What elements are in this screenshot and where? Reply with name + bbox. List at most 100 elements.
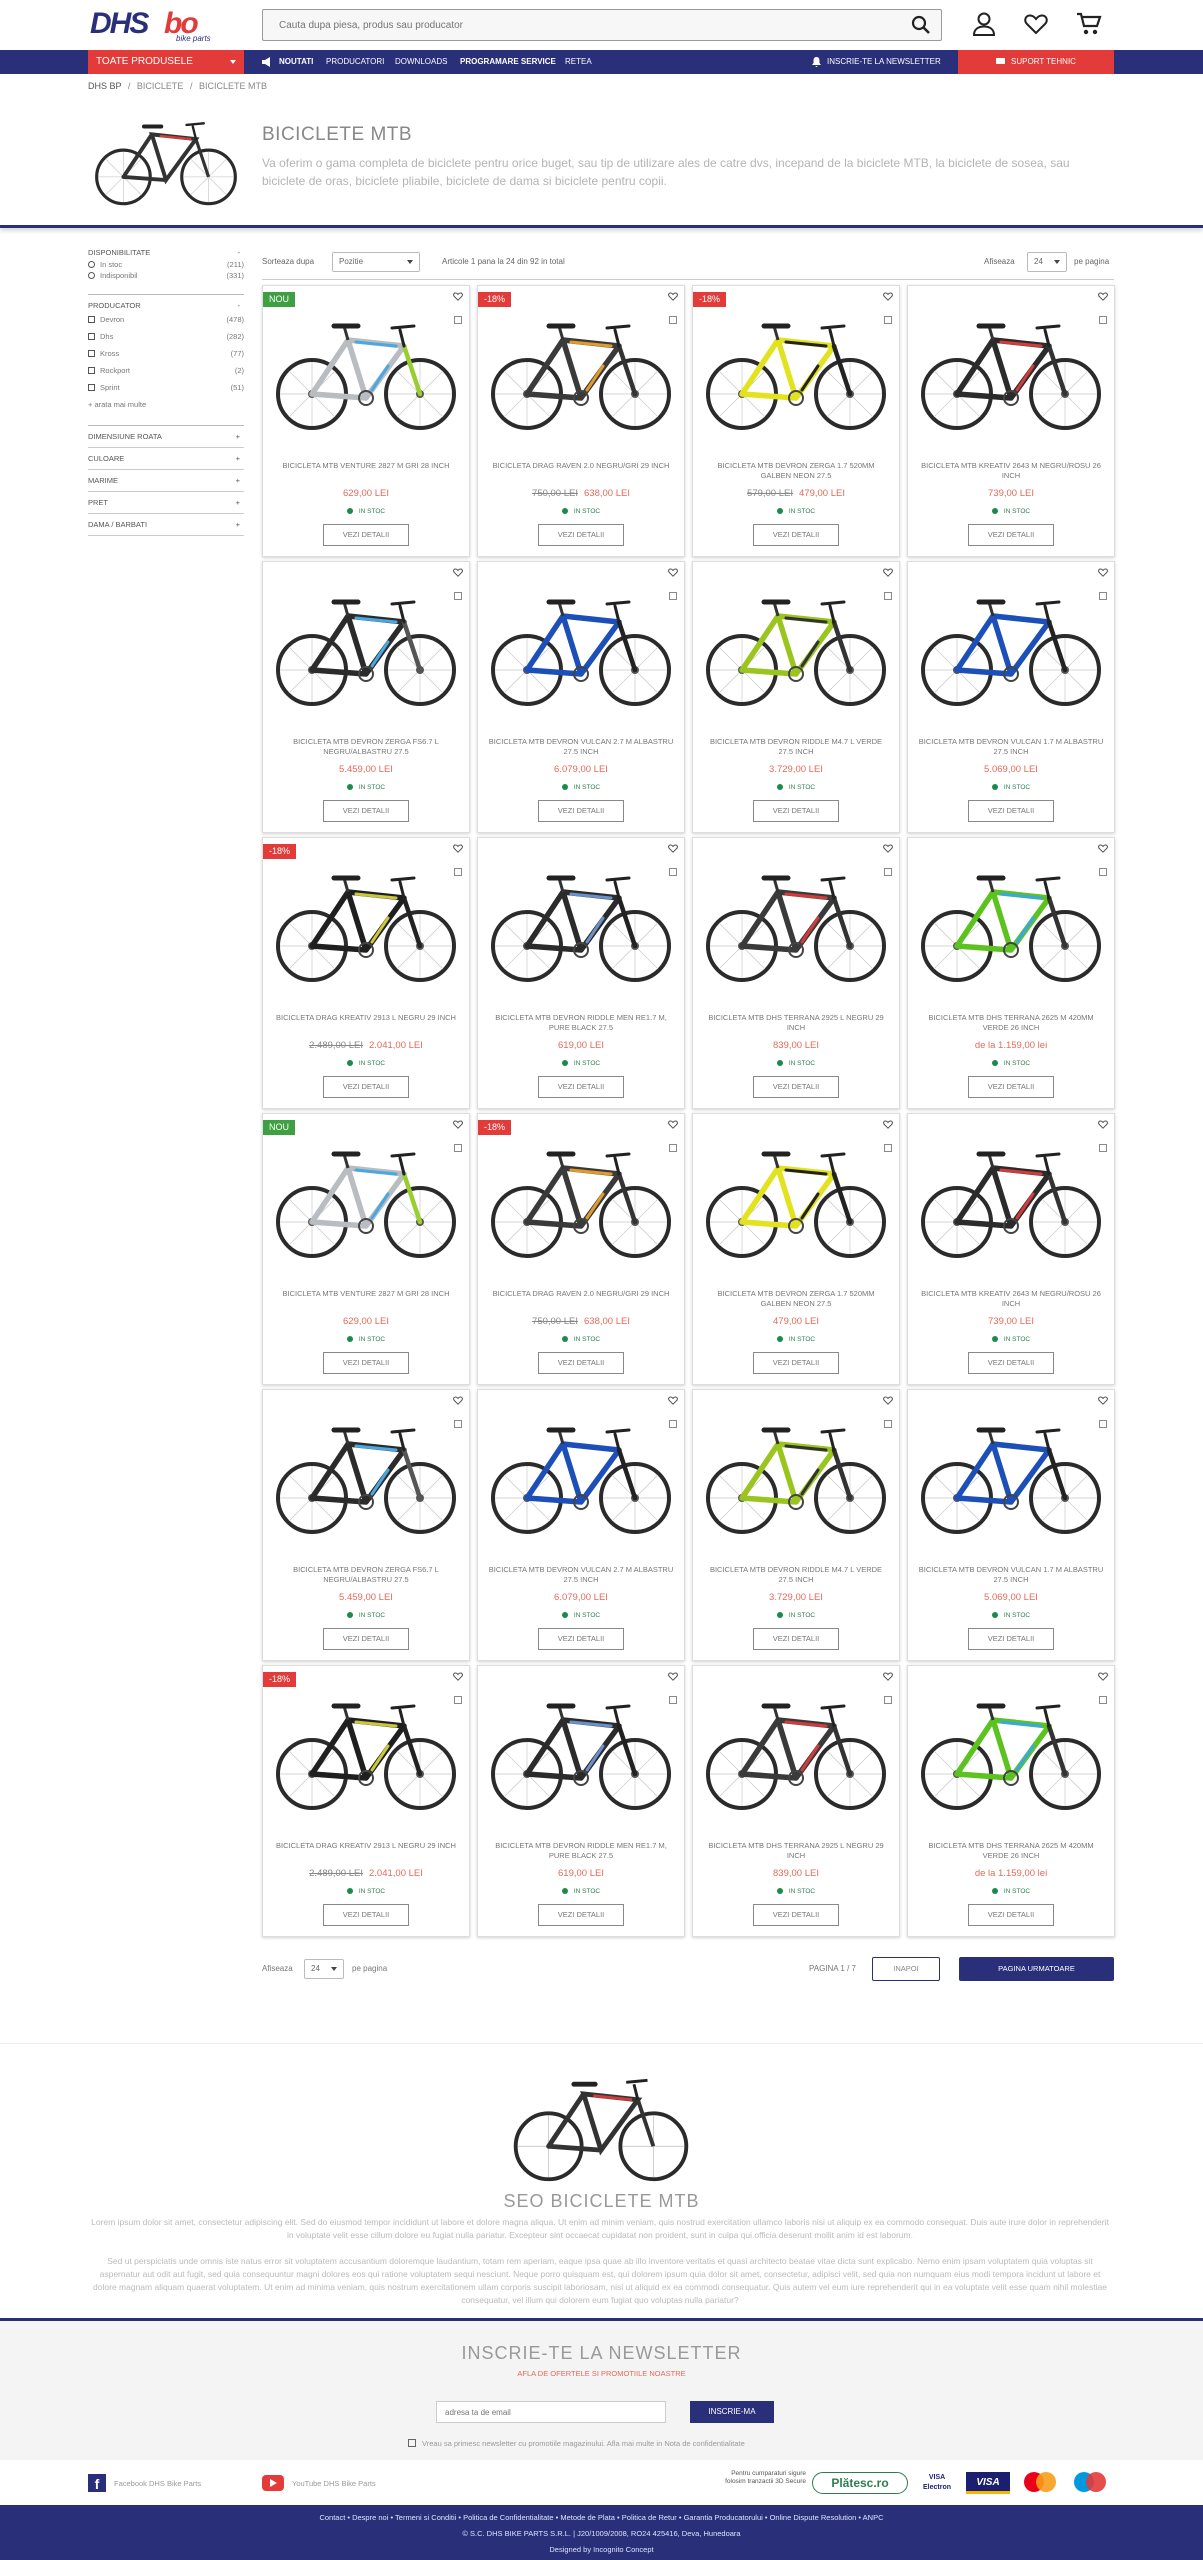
view-details-button[interactable]: VEZI DETALII — [538, 1076, 624, 1098]
view-details-button[interactable]: VEZI DETALII — [753, 1076, 839, 1098]
product-card[interactable]: BICICLETA MTB DEVRON ZERGA 1.7 520MM GAL… — [692, 1113, 900, 1385]
filter-option-dhs[interactable]: Dhs (282) — [88, 332, 244, 343]
next-page-button[interactable]: PAGINA URMATOARE — [959, 1957, 1114, 1981]
filter-option-in-stoc[interactable]: In stoc (211) — [88, 260, 244, 271]
compare-checkbox[interactable] — [454, 868, 462, 876]
product-card[interactable]: BICICLETA MTB DEVRON VULCAN 1.7 M ALBAST… — [907, 1389, 1115, 1661]
newsletter-submit-button[interactable]: INSCRIE-MA — [690, 2401, 774, 2423]
product-image[interactable] — [698, 304, 894, 436]
product-name[interactable]: BICICLETA DRAG RAVEN 2.0 NEGRU/GRI 29 IN… — [488, 1289, 674, 1299]
compare-checkbox[interactable] — [884, 1144, 892, 1152]
wishlist-heart-icon[interactable] — [883, 1120, 893, 1129]
compare-checkbox[interactable] — [884, 592, 892, 600]
compare-checkbox[interactable] — [454, 316, 462, 324]
filter-wheel-size[interactable]: DIMENSIUNE ROATA + — [88, 426, 244, 448]
wishlist-heart-icon[interactable] — [453, 568, 463, 577]
view-details-button[interactable]: VEZI DETALII — [323, 800, 409, 822]
product-name[interactable]: BICICLETA MTB DEVRON RIDDLE M4.7 L VERDE… — [703, 737, 889, 757]
collapse-toggle[interactable]: - — [238, 301, 241, 310]
product-card[interactable]: -18% BICICLETA DRAG RAVEN 2.0 NEGRU/GRI … — [477, 285, 685, 557]
compare-checkbox[interactable] — [669, 1144, 677, 1152]
show-more-link[interactable]: + arata mai multe — [88, 400, 244, 411]
product-name[interactable]: BICICLETA DRAG RAVEN 2.0 NEGRU/GRI 29 IN… — [488, 461, 674, 471]
facebook-link[interactable]: Facebook DHS Bike Parts — [114, 2479, 201, 2488]
product-name[interactable]: BICICLETA MTB DEVRON VULCAN 2.7 M ALBAST… — [488, 737, 674, 757]
product-card[interactable]: BICICLETA MTB DHS TERRANA 2925 L NEGRU 2… — [692, 837, 900, 1109]
product-name[interactable]: BICICLETA MTB KREATIV 2643 M NEGRU/ROSU … — [918, 1289, 1104, 1309]
product-card[interactable]: BICICLETA MTB KREATIV 2643 M NEGRU/ROSU … — [907, 285, 1115, 557]
expand-toggle[interactable]: + — [236, 514, 240, 536]
product-image[interactable] — [913, 856, 1109, 988]
view-details-button[interactable]: VEZI DETALII — [323, 1076, 409, 1098]
compare-checkbox[interactable] — [669, 316, 677, 324]
nav-item-programare-service[interactable]: PROGRAMARE SERVICE — [460, 50, 556, 74]
filter-option-kross[interactable]: Kross (77) — [88, 349, 244, 360]
view-details-button[interactable]: VEZI DETALII — [323, 1904, 409, 1926]
product-image[interactable] — [913, 1408, 1109, 1540]
product-name[interactable]: BICICLETA MTB DEVRON ZERGA FS6.7 L NEGRU… — [273, 1565, 459, 1585]
wishlist-heart-icon[interactable] — [453, 1120, 463, 1129]
product-name[interactable]: BICICLETA MTB DHS TERRANA 2625 M 420MM V… — [918, 1841, 1104, 1861]
filter-price[interactable]: PRET + — [88, 492, 244, 514]
compare-checkbox[interactable] — [1099, 1144, 1107, 1152]
view-details-button[interactable]: VEZI DETALII — [323, 1628, 409, 1650]
product-name[interactable]: BICICLETA MTB DEVRON ZERGA 1.7 520MM GAL… — [703, 1289, 889, 1309]
view-details-button[interactable]: VEZI DETALII — [753, 1352, 839, 1374]
wishlist-heart-icon[interactable] — [668, 292, 678, 301]
wishlist-heart-icon[interactable] — [1098, 568, 1108, 577]
newsletter-email-input[interactable] — [436, 2401, 666, 2423]
compare-checkbox[interactable] — [669, 1420, 677, 1428]
view-details-button[interactable]: VEZI DETALII — [968, 1076, 1054, 1098]
youtube-icon[interactable] — [262, 2475, 284, 2491]
product-image[interactable] — [698, 1408, 894, 1540]
checkbox-icon[interactable] — [88, 367, 95, 374]
per-page-select-bottom[interactable]: 24 — [304, 1959, 344, 1979]
radio-icon[interactable] — [88, 261, 95, 268]
nav-item-downloads[interactable]: DOWNLOADS — [395, 50, 447, 74]
product-name[interactable]: BICICLETA MTB DEVRON RIDDLE MEN RE1.7 M,… — [488, 1841, 674, 1861]
radio-icon[interactable] — [88, 272, 95, 279]
product-card[interactable]: BICICLETA MTB DEVRON RIDDLE M4.7 L VERDE… — [692, 561, 900, 833]
filter-option-indisponibil[interactable]: Indisponibil (331) — [88, 271, 244, 282]
view-details-button[interactable]: VEZI DETALII — [323, 1352, 409, 1374]
product-card[interactable]: BICICLETA MTB DEVRON ZERGA FS6.7 L NEGRU… — [262, 561, 470, 833]
product-name[interactable]: BICICLETA MTB DHS TERRANA 2925 L NEGRU 2… — [703, 1841, 889, 1861]
breadcrumb-biciclete[interactable]: BICICLETE — [137, 81, 184, 91]
wishlist-heart-icon[interactable] — [883, 1672, 893, 1681]
wishlist-heart-icon[interactable] — [883, 1396, 893, 1405]
wishlist-heart-icon[interactable] — [453, 1396, 463, 1405]
product-image[interactable] — [483, 304, 679, 436]
product-card[interactable]: -18% BICICLETA DRAG RAVEN 2.0 NEGRU/GRI … — [477, 1113, 685, 1385]
product-card[interactable]: BICICLETA MTB DEVRON VULCAN 2.7 M ALBAST… — [477, 561, 685, 833]
wishlist-heart-icon[interactable] — [453, 1672, 463, 1681]
product-name[interactable]: BICICLETA MTB DHS TERRANA 2625 M 420MM V… — [918, 1013, 1104, 1033]
compare-checkbox[interactable] — [1099, 1420, 1107, 1428]
wishlist-heart-icon[interactable] — [1098, 1672, 1108, 1681]
product-name[interactable]: BICICLETA MTB DHS TERRANA 2925 L NEGRU 2… — [703, 1013, 889, 1033]
product-name[interactable]: BICICLETA MTB DEVRON RIDDLE MEN RE1.7 M,… — [488, 1013, 674, 1033]
product-image[interactable] — [913, 1132, 1109, 1264]
nav-item-producatori[interactable]: PRODUCATORI — [326, 50, 384, 74]
compare-checkbox[interactable] — [1099, 316, 1107, 324]
wishlist-heart-icon[interactable] — [668, 1672, 678, 1681]
compare-checkbox[interactable] — [669, 592, 677, 600]
compare-checkbox[interactable] — [884, 868, 892, 876]
compare-checkbox[interactable] — [1099, 592, 1107, 600]
product-image[interactable] — [268, 1408, 464, 1540]
wishlist-heart-icon[interactable] — [883, 292, 893, 301]
product-image[interactable] — [483, 856, 679, 988]
wishlist-heart-icon[interactable] — [453, 292, 463, 301]
view-details-button[interactable]: VEZI DETALII — [968, 1352, 1054, 1374]
view-details-button[interactable]: VEZI DETALII — [753, 1628, 839, 1650]
product-card[interactable]: -18% BICICLETA MTB DEVRON ZERGA 1.7 520M… — [692, 285, 900, 557]
filter-gender[interactable]: DAMA / BARBATI + — [88, 514, 244, 536]
product-image[interactable] — [483, 1132, 679, 1264]
nav-item-noutati[interactable]: NOUTATI — [279, 50, 313, 74]
search-icon[interactable] — [911, 15, 931, 35]
view-details-button[interactable]: VEZI DETALII — [538, 1904, 624, 1926]
expand-toggle[interactable]: + — [236, 426, 240, 448]
product-name[interactable]: BICICLETA MTB DEVRON VULCAN 2.7 M ALBAST… — [488, 1565, 674, 1585]
product-name[interactable]: BICICLETA MTB DEVRON VULCAN 1.7 M ALBAST… — [918, 1565, 1104, 1585]
product-name[interactable]: BICICLETA MTB DEVRON RIDDLE M4.7 L VERDE… — [703, 1565, 889, 1585]
search-input[interactable] — [263, 10, 883, 40]
